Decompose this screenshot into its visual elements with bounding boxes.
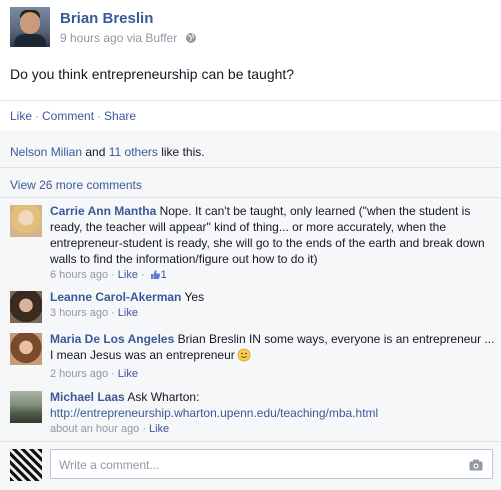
comment-composer: Write a comment... bbox=[10, 447, 495, 481]
commenter-avatar[interactable] bbox=[10, 205, 42, 237]
comment-author[interactable]: Carrie Ann Mantha bbox=[50, 204, 156, 218]
comment-meta: 3 hours ago · Like bbox=[50, 307, 138, 319]
view-more-comments[interactable]: View 26 more comments bbox=[10, 178, 142, 192]
commenter-avatar[interactable] bbox=[10, 291, 42, 323]
comment-time[interactable]: 6 hours ago bbox=[50, 269, 108, 281]
smiley-icon bbox=[237, 348, 251, 366]
comment-time[interactable]: 3 hours ago bbox=[50, 307, 108, 319]
comment-body: Maria De Los Angeles Brian Breslin IN so… bbox=[50, 331, 495, 382]
comment-time[interactable]: about an hour ago bbox=[50, 423, 139, 435]
post-meta: 9 hours ago via Buffer bbox=[60, 31, 197, 47]
divider bbox=[0, 100, 501, 101]
post-via: via Buffer bbox=[126, 31, 178, 45]
globe-icon[interactable] bbox=[185, 32, 197, 47]
comment-meta: 6 hours ago · Like · 1 bbox=[50, 267, 495, 285]
share-link[interactable]: Share bbox=[104, 109, 136, 123]
post-actions: Like · Comment · Share bbox=[10, 109, 137, 123]
divider bbox=[0, 167, 501, 168]
divider bbox=[0, 441, 501, 442]
comment-url-link[interactable]: http://entrepreneurship.wharton.upenn.ed… bbox=[50, 406, 378, 420]
post-time[interactable]: 9 hours ago bbox=[60, 31, 123, 45]
comment-meta: about an hour ago · Like bbox=[50, 423, 170, 435]
comment-like-count[interactable]: 1 bbox=[161, 269, 167, 281]
author-name[interactable]: Brian Breslin bbox=[60, 10, 153, 27]
comment-body: Leanne Carol-Akerman Yes 3 hours ago · Lik… bbox=[50, 289, 495, 321]
comment-text: Yes bbox=[184, 290, 205, 304]
comment-like-link[interactable]: Like bbox=[149, 423, 169, 435]
comment-input[interactable]: Write a comment... bbox=[50, 449, 493, 479]
post-header: Brian Breslin 9 hours ago via Buffer bbox=[10, 7, 490, 49]
author-avatar[interactable] bbox=[10, 7, 50, 47]
comment-body: Carrie Ann Mantha Nope. It can't be taug… bbox=[50, 203, 495, 285]
commenter-avatar[interactable] bbox=[10, 333, 42, 365]
like-link[interactable]: Like bbox=[10, 109, 32, 123]
others-link[interactable]: 11 others bbox=[109, 145, 158, 159]
comment-time[interactable]: 2 hours ago bbox=[50, 368, 108, 380]
comment-input-placeholder: Write a comment... bbox=[59, 458, 160, 472]
comment-text: Ask Wharton: bbox=[127, 390, 200, 404]
comment-author[interactable]: Leanne Carol-Akerman bbox=[50, 290, 181, 304]
thumbs-up-icon bbox=[150, 269, 161, 285]
comment-like-link[interactable]: Like bbox=[118, 307, 138, 319]
comment-link[interactable]: Comment bbox=[42, 109, 94, 123]
post-text: Do you think entrepreneurship can be tau… bbox=[10, 66, 295, 82]
liker-name[interactable]: Nelson Milian bbox=[10, 145, 82, 159]
comment-like-link[interactable]: Like bbox=[118, 368, 138, 380]
viewer-avatar bbox=[10, 449, 42, 481]
comment-body: Michael Laas Ask Wharton: http://entrepr… bbox=[50, 389, 495, 437]
comment-author[interactable]: Michael Laas bbox=[50, 390, 125, 404]
commenter-avatar[interactable] bbox=[10, 391, 42, 423]
comment-meta: 2 hours ago · Like bbox=[50, 368, 138, 380]
camera-icon[interactable] bbox=[469, 459, 483, 474]
divider bbox=[0, 197, 501, 198]
likes-summary: Nelson Milian and 11 others like this. bbox=[10, 145, 205, 159]
comment-like-link[interactable]: Like bbox=[118, 269, 138, 281]
comment-author[interactable]: Maria De Los Angeles bbox=[50, 332, 174, 346]
